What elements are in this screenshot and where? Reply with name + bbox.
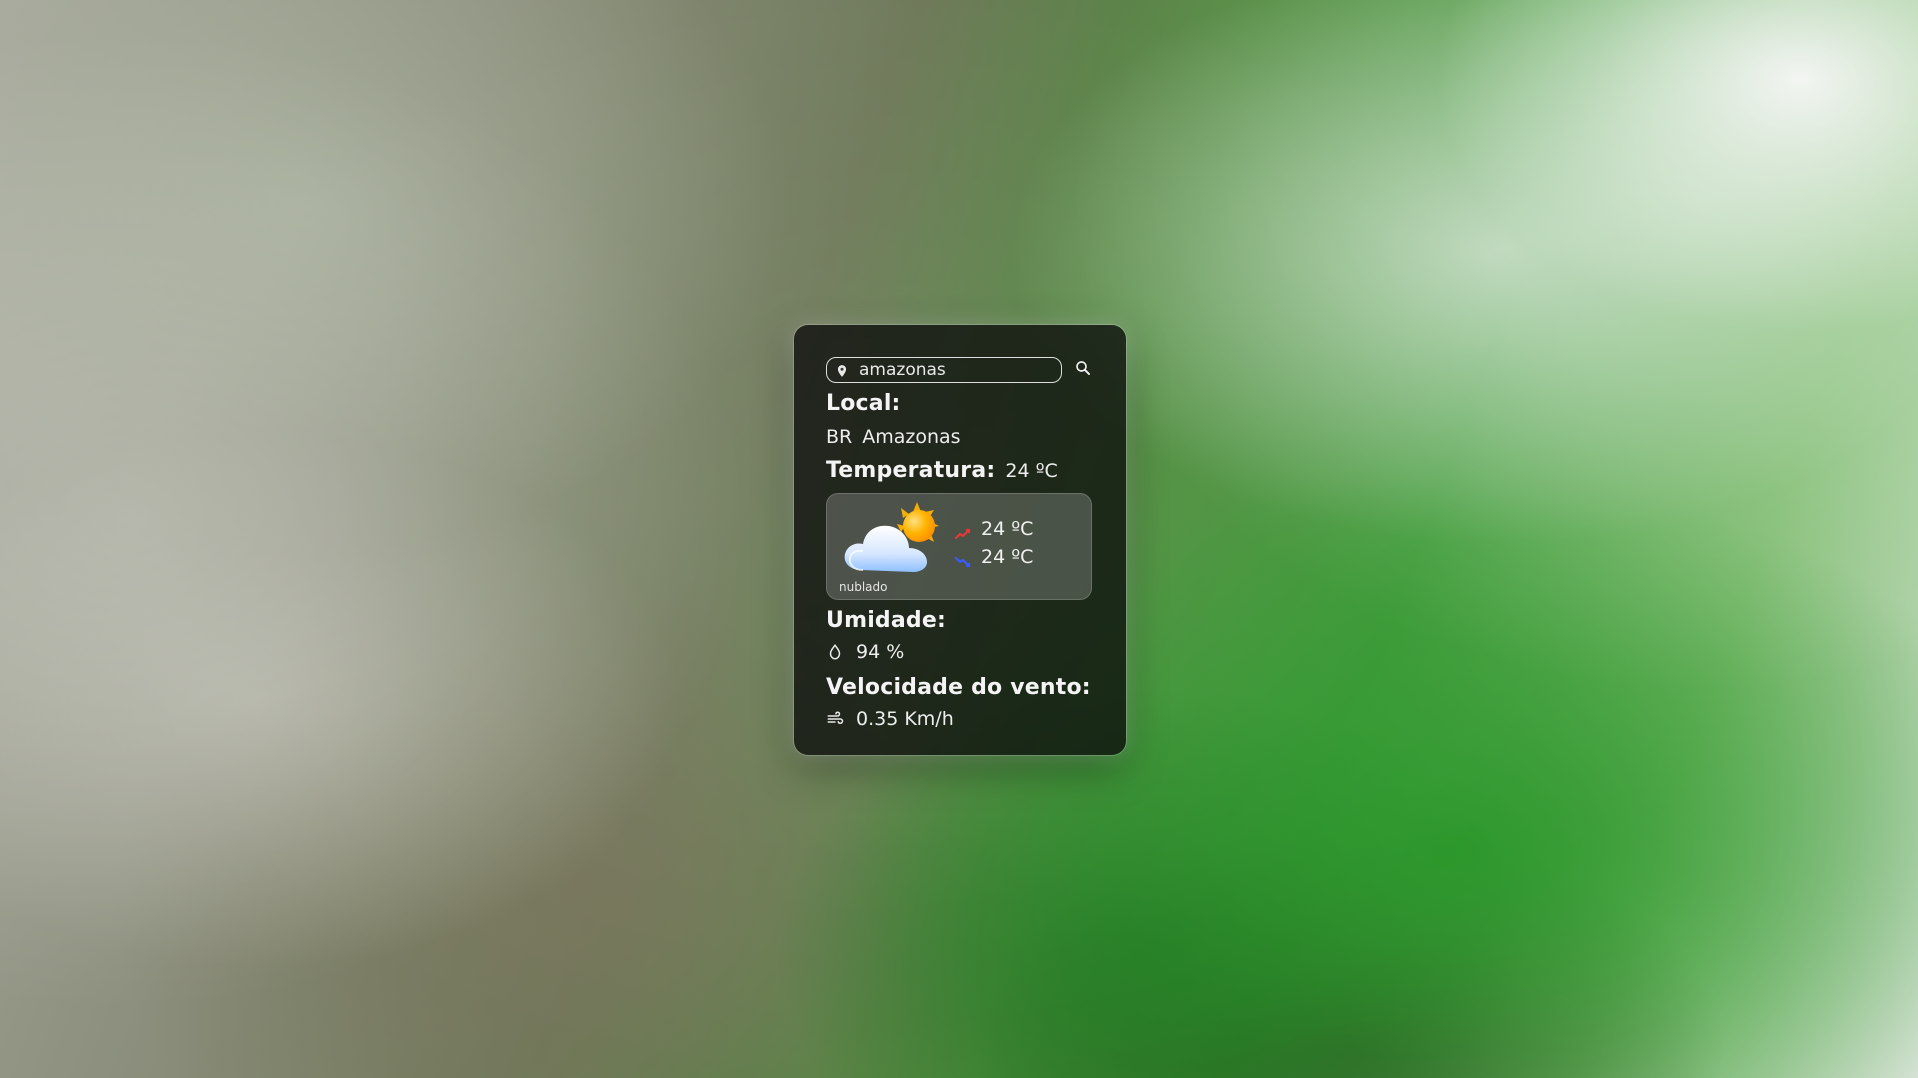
temperature-current: 24 ºC: [1005, 460, 1058, 482]
trend-up-icon: [954, 523, 971, 540]
temperature-min: 24 ºC: [981, 546, 1034, 568]
wind-line: 0.35 Km/h: [826, 708, 1094, 730]
temperature-min-row: 24 ºC: [954, 546, 1034, 568]
location-line: BR Amazonas: [826, 426, 1094, 448]
search-button[interactable]: [1072, 359, 1094, 381]
search-input[interactable]: [859, 360, 1049, 380]
wind-value: 0.35 Km/h: [856, 708, 954, 730]
partly-cloudy-icon: [839, 498, 943, 582]
country-code: BR: [826, 426, 853, 448]
search-box[interactable]: [826, 357, 1062, 383]
search-icon: [1074, 359, 1092, 381]
trend-down-icon: [954, 551, 971, 568]
temperature-max-row: 24 ºC: [954, 518, 1034, 540]
temperature-range: 24 ºC 24 ºC: [954, 518, 1034, 568]
search-row: [826, 355, 1094, 385]
weather-condition: nublado: [839, 580, 888, 594]
weather-panel: nublado 24 ºC 24 ºC: [826, 493, 1092, 600]
temperature-title-row: Temperatura: 24 ºC: [826, 458, 1094, 483]
humidity-title: Umidade:: [826, 608, 946, 633]
location-name: Amazonas: [862, 426, 961, 448]
humidity-value: 94 %: [856, 641, 905, 663]
humidity-line: 94 %: [826, 641, 1094, 663]
location-title: Local:: [826, 391, 901, 416]
temperature-title: Temperatura:: [826, 458, 996, 483]
wind-icon: [826, 710, 844, 728]
location-pin-icon: [835, 363, 849, 377]
weather-card: Local: BR Amazonas Temperatura: 24 ºC: [794, 325, 1126, 755]
temperature-max: 24 ºC: [981, 518, 1034, 540]
wind-title: Velocidade do vento:: [826, 675, 1091, 700]
droplet-icon: [826, 643, 844, 661]
